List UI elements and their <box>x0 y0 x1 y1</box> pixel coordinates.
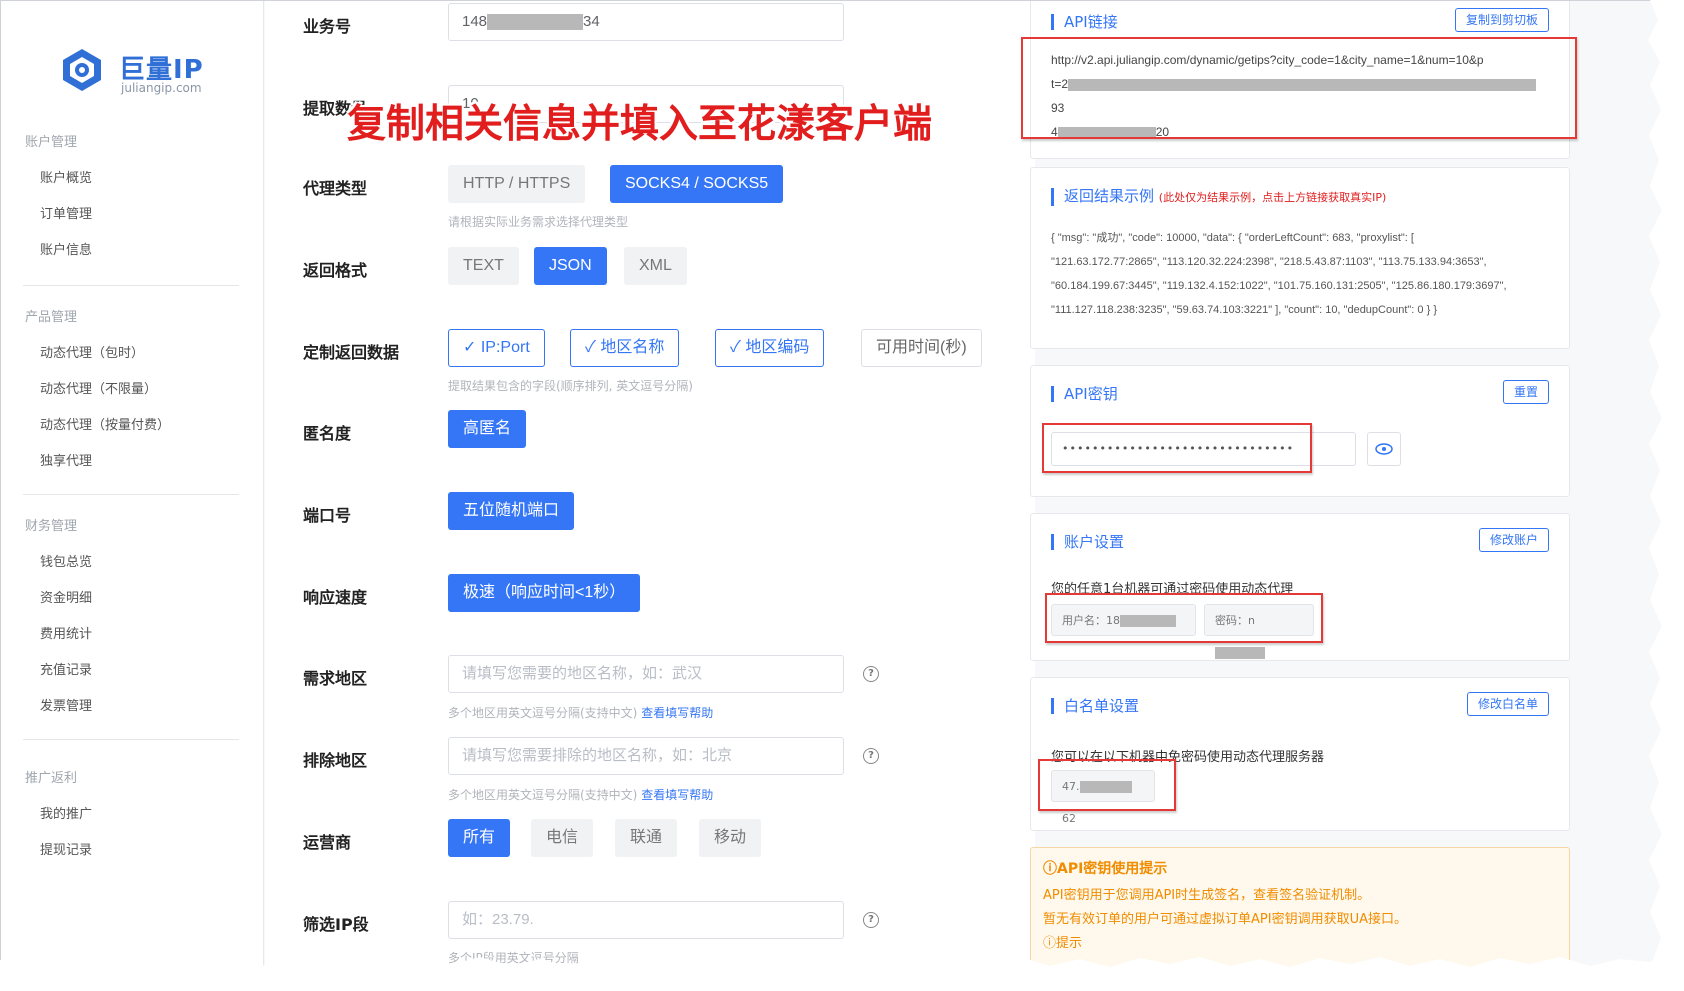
torn-edge-decoration <box>0 0 1684 991</box>
